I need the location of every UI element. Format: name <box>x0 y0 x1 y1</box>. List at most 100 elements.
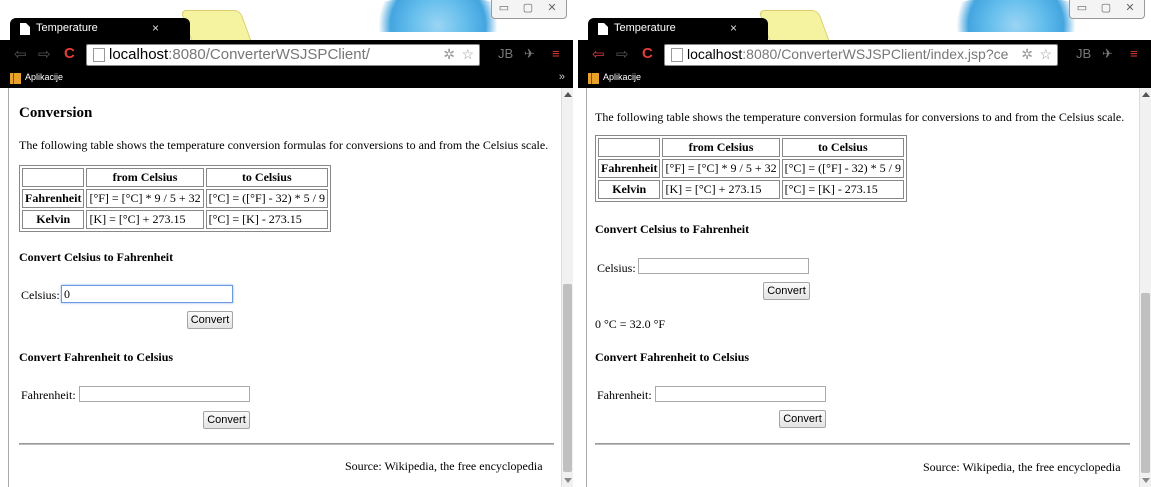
section-heading-f2c: Convert Fahrenheit to Celsius <box>19 350 174 364</box>
extension-icon[interactable]: ✈ <box>1102 46 1113 62</box>
forward-arrow-icon[interactable]: ⇨ <box>38 45 51 63</box>
vertical-scrollbar[interactable] <box>561 88 573 487</box>
address-bar[interactable]: localhost:8080/ConverterWSJSPClient/inde… <box>664 44 1058 66</box>
page-icon <box>598 23 608 35</box>
table-header-row: from Celsius to Celsius <box>598 138 904 157</box>
back-arrow-icon[interactable]: ⇦ <box>14 45 27 63</box>
page-viewport: Conversion The following table shows the… <box>8 88 563 487</box>
page-icon <box>93 48 105 62</box>
table-row: Fahrenheit [°F] = [°C] * 9 / 5 + 32 [°C]… <box>598 159 904 178</box>
celsius-label: Celsius: <box>597 261 636 275</box>
scrollbar-thumb[interactable] <box>1141 293 1150 473</box>
table-cell: [K] = [°C] + 273.15 <box>662 180 780 199</box>
table-cell: Fahrenheit <box>22 189 85 208</box>
jb-extension-icon[interactable]: JB <box>1076 46 1091 61</box>
fahrenheit-input[interactable] <box>79 386 250 402</box>
tab-temperature[interactable]: Temperature × <box>10 18 190 40</box>
scrollbar-thumb[interactable] <box>563 284 572 472</box>
title-bar: Temperature × ▭ ▢ ✕ <box>0 0 573 42</box>
vertical-scrollbar[interactable] <box>1139 88 1151 487</box>
page-title: Conversion <box>19 105 93 121</box>
bookmarks-bar: Aplikacije <box>578 68 1151 88</box>
maximize-icon[interactable]: ▢ <box>516 0 540 17</box>
minimize-icon[interactable]: ▭ <box>1070 0 1094 17</box>
scroll-up-icon[interactable] <box>1142 92 1150 97</box>
divider <box>19 443 554 445</box>
bookmarks-more-icon[interactable]: » <box>559 71 565 83</box>
conversion-table: from Celsius to Celsius Fahrenheit [°F] … <box>595 135 907 202</box>
table-cell: [°F] = [°C] * 9 / 5 + 32 <box>662 159 780 178</box>
table-row: Kelvin [K] = [°C] + 273.15 [°C] = [K] - … <box>22 210 328 229</box>
apps-icon[interactable] <box>10 73 21 84</box>
table-header-row: from Celsius to Celsius <box>22 168 328 187</box>
extension-icon[interactable]: ✈ <box>524 46 535 62</box>
table-header: to Celsius <box>205 168 328 187</box>
new-tab-button[interactable] <box>180 10 252 42</box>
star-icon[interactable]: ☆ <box>461 46 474 63</box>
scroll-up-icon[interactable] <box>564 92 572 97</box>
browser-toolbar: ⇦ ⇨ C localhost:8080/ConverterWSJSPClien… <box>0 40 573 68</box>
jb-extension-icon[interactable]: JB <box>498 46 513 61</box>
conversion-result: 0 °C = 32.0 °F <box>595 317 666 331</box>
convert-button-f2c[interactable]: Convert <box>203 411 250 429</box>
convert-button-f2c[interactable]: Convert <box>779 410 826 428</box>
table-header: from Celsius <box>86 168 204 187</box>
table-header <box>22 168 85 187</box>
table-cell: [°C] = ([°F] - 32) * 5 / 9 <box>781 159 904 178</box>
table-cell: [°C] = ([°F] - 32) * 5 / 9 <box>205 189 328 208</box>
fahrenheit-label: Fahrenheit: <box>597 388 652 402</box>
browser-window-right: Temperature × ▭ ▢ ✕ ⇦ ⇨ C localhost:8080/C… <box>578 0 1151 487</box>
intro-text: The following table shows the temperatur… <box>19 138 549 152</box>
celsius-input[interactable]: 0 <box>61 285 233 303</box>
tab-close-icon[interactable]: × <box>730 21 737 35</box>
table-cell: Kelvin <box>22 210 85 229</box>
tab-temperature[interactable]: Temperature × <box>588 18 768 40</box>
bookmark-apps[interactable]: Aplikacije <box>603 72 641 82</box>
apps-icon[interactable] <box>588 73 599 84</box>
fahrenheit-input[interactable] <box>655 386 826 402</box>
table-cell: [°C] = [K] - 273.15 <box>205 210 328 229</box>
menu-icon[interactable]: ≡ <box>1130 46 1138 61</box>
bookmark-apps[interactable]: Aplikacije <box>25 72 63 82</box>
table-cell: [°C] = [K] - 273.15 <box>781 180 904 199</box>
gear-icon[interactable]: ✲ <box>1021 46 1033 63</box>
table-header: from Celsius <box>662 138 780 157</box>
maximize-icon[interactable]: ▢ <box>1094 0 1118 17</box>
browser-toolbar: ⇦ ⇨ C localhost:8080/ConverterWSJSPClien… <box>578 40 1151 68</box>
table-cell: Kelvin <box>598 180 661 199</box>
table-row: Kelvin [K] = [°C] + 273.15 [°C] = [K] - … <box>598 180 904 199</box>
window-controls: ▭ ▢ ✕ <box>491 0 567 19</box>
reload-icon[interactable]: C <box>64 45 75 62</box>
close-icon[interactable]: ✕ <box>540 0 564 17</box>
page-viewport: The following table shows the temperatur… <box>586 88 1141 487</box>
convert-button-c2f[interactable]: Convert <box>187 311 233 329</box>
section-heading-f2c: Convert Fahrenheit to Celsius <box>595 350 750 364</box>
star-icon[interactable]: ☆ <box>1039 46 1052 63</box>
bookmarks-bar: Aplikacije » <box>0 68 573 88</box>
minimize-icon[interactable]: ▭ <box>492 0 516 17</box>
celsius-input[interactable] <box>638 258 809 274</box>
source-text: Source: Wikipedia, the free encyclopedia <box>345 459 543 473</box>
title-bar: Temperature × ▭ ▢ ✕ <box>578 0 1151 42</box>
convert-button-c2f[interactable]: Convert <box>763 282 810 300</box>
gear-icon[interactable]: ✲ <box>443 46 455 63</box>
forward-arrow-icon[interactable]: ⇨ <box>616 45 629 63</box>
divider <box>595 443 1130 445</box>
scroll-down-icon[interactable] <box>564 478 572 483</box>
menu-icon[interactable]: ≡ <box>552 46 560 61</box>
intro-text: The following table shows the temperatur… <box>595 110 1125 124</box>
window-controls: ▭ ▢ ✕ <box>1069 0 1145 19</box>
tab-title: Temperature <box>36 22 98 34</box>
page-icon <box>20 23 30 35</box>
close-icon[interactable]: ✕ <box>1118 0 1142 17</box>
reload-icon[interactable]: C <box>642 45 653 62</box>
celsius-label: Celsius: <box>21 288 60 302</box>
tab-title: Temperature <box>614 22 676 34</box>
table-header: to Celsius <box>781 138 904 157</box>
scroll-down-icon[interactable] <box>1142 478 1150 483</box>
new-tab-button[interactable] <box>758 10 830 42</box>
url-text: localhost:8080/ConverterWSJSPClient/ <box>109 46 370 63</box>
back-arrow-icon[interactable]: ⇦ <box>592 45 605 63</box>
address-bar[interactable]: localhost:8080/ConverterWSJSPClient/ ✲ ☆ <box>86 44 480 66</box>
tab-close-icon[interactable]: × <box>152 21 159 35</box>
